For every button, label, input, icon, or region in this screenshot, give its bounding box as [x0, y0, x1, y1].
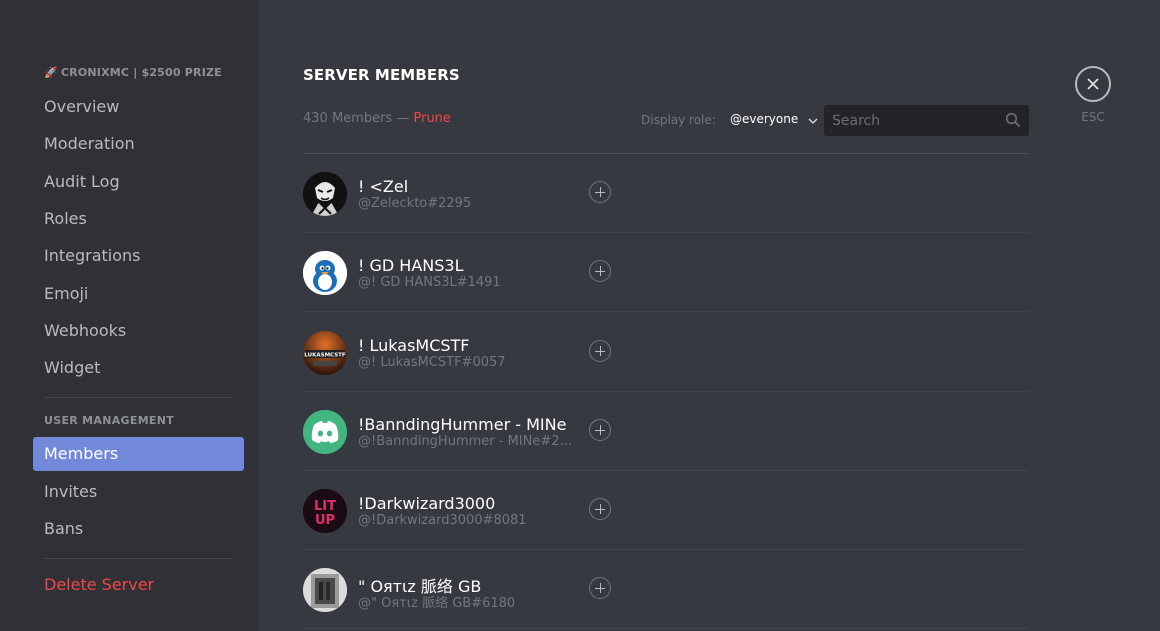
- member-name: ! GD HANS3L: [358, 256, 464, 275]
- member-tag: @" Oятιz 脈络 GB#6180: [358, 596, 516, 611]
- add-role-button[interactable]: [589, 181, 611, 203]
- page-title: SERVER MEMBERS: [303, 66, 460, 84]
- svg-text:LUKASMCSTF: LUKASMCSTF: [304, 353, 346, 359]
- add-role-button[interactable]: [589, 498, 611, 520]
- display-role-label: Display role:: [641, 113, 716, 127]
- member-tag: @Zeleckto#2295: [358, 196, 472, 211]
- sidebar-item-emoji[interactable]: Emoji: [33, 277, 244, 311]
- sidebar-item-webhooks[interactable]: Webhooks: [33, 314, 244, 348]
- add-role-button[interactable]: [589, 340, 611, 362]
- sidebar-item-audit-log[interactable]: Audit Log: [33, 165, 244, 199]
- display-role-dropdown[interactable]: @everyone: [730, 112, 818, 127]
- member-row[interactable]: !BanndingHummer - MINe @!BanndingHummer …: [303, 392, 1029, 471]
- member-row[interactable]: ! <Zel @Zeleckto#2295: [303, 154, 1029, 233]
- esc-label: ESC: [1081, 110, 1105, 124]
- member-tag: @!Darkwizard3000#8081: [358, 513, 527, 528]
- svg-text:LIT: LIT: [314, 499, 336, 514]
- discord-default-avatar[interactable]: [303, 410, 347, 454]
- member-row[interactable]: ! GD HANS3L @! GD HANS3L#1491: [303, 233, 1029, 312]
- search-box: [824, 105, 1029, 136]
- sidebar-item-overview[interactable]: Overview: [33, 90, 244, 124]
- sidebar-item-moderation[interactable]: Moderation: [33, 127, 244, 161]
- member-row[interactable]: LUKASMCSTF ! LukasMCSTF @! LukasMCSTF#00…: [303, 313, 1029, 392]
- server-name-header: 🚀 CRONIXMC | $2500 PRIZE: [44, 66, 244, 82]
- member-name: ! LukasMCSTF: [358, 336, 470, 355]
- sidebar-item-roles[interactable]: Roles: [33, 202, 244, 236]
- member-name: ! <Zel: [358, 177, 409, 196]
- member-row[interactable]: " Oятιz 脈络 GB @" Oятιz 脈络 GB#6180: [303, 550, 1029, 629]
- search-input[interactable]: [832, 111, 992, 131]
- close-button[interactable]: [1075, 66, 1111, 102]
- member-name: !BanndingHummer - MINe: [358, 415, 567, 434]
- masked-figure-avatar[interactable]: [303, 172, 347, 216]
- member-count: 430 Members: [303, 111, 393, 126]
- member-row[interactable]: LIT UP !Darkwizard3000 @!Darkwizard3000#…: [303, 471, 1029, 550]
- prune-link[interactable]: Prune: [413, 111, 450, 126]
- add-role-button[interactable]: [589, 577, 611, 599]
- sidebar-item-integrations[interactable]: Integrations: [33, 239, 244, 273]
- server-name: CRONIXMC | $2500 PRIZE: [60, 66, 222, 79]
- member-name: !Darkwizard3000: [358, 494, 496, 513]
- member-tag: @!BanndingHummer - MINe#2986: [358, 434, 578, 449]
- display-role-value: @everyone: [730, 112, 799, 126]
- delete-server-button[interactable]: Delete Server: [33, 568, 244, 602]
- sidebar-item-invites[interactable]: Invites: [33, 475, 244, 509]
- separator-dash: —: [396, 111, 410, 126]
- member-tag: @! GD HANS3L#1491: [358, 275, 501, 290]
- server-members-panel: SERVER MEMBERS 430 Members — Prune Displ…: [259, 0, 1160, 631]
- sidebar-divider: [44, 397, 232, 398]
- sidebar-item-widget[interactable]: Widget: [33, 351, 244, 385]
- chevron-down-icon: [808, 113, 818, 127]
- search-icon[interactable]: [1005, 112, 1021, 132]
- grayscale-photo-avatar[interactable]: [303, 568, 347, 612]
- sidebar-item-members[interactable]: Members: [33, 437, 244, 471]
- sidebar-divider: [44, 558, 232, 559]
- user-management-header: USER MANAGEMENT: [44, 414, 175, 427]
- member-count-row: 430 Members — Prune: [303, 111, 451, 126]
- penguin-avatar[interactable]: [303, 251, 347, 295]
- add-role-button[interactable]: [589, 260, 611, 282]
- member-tag: @! LukasMCSTF#0057: [358, 355, 506, 370]
- close-icon: [1087, 78, 1099, 90]
- close-control: ESC: [1073, 66, 1113, 124]
- lit-up-avatar[interactable]: LIT UP: [303, 489, 347, 533]
- lukasmcstf-logo-avatar[interactable]: LUKASMCSTF: [303, 331, 347, 375]
- sidebar-item-bans[interactable]: Bans: [33, 512, 244, 546]
- settings-sidebar: 🚀 CRONIXMC | $2500 PRIZE Overview Moderat…: [0, 0, 259, 631]
- rocket-icon: 🚀: [44, 66, 58, 79]
- svg-text:UP: UP: [315, 513, 335, 528]
- add-role-button[interactable]: [589, 419, 611, 441]
